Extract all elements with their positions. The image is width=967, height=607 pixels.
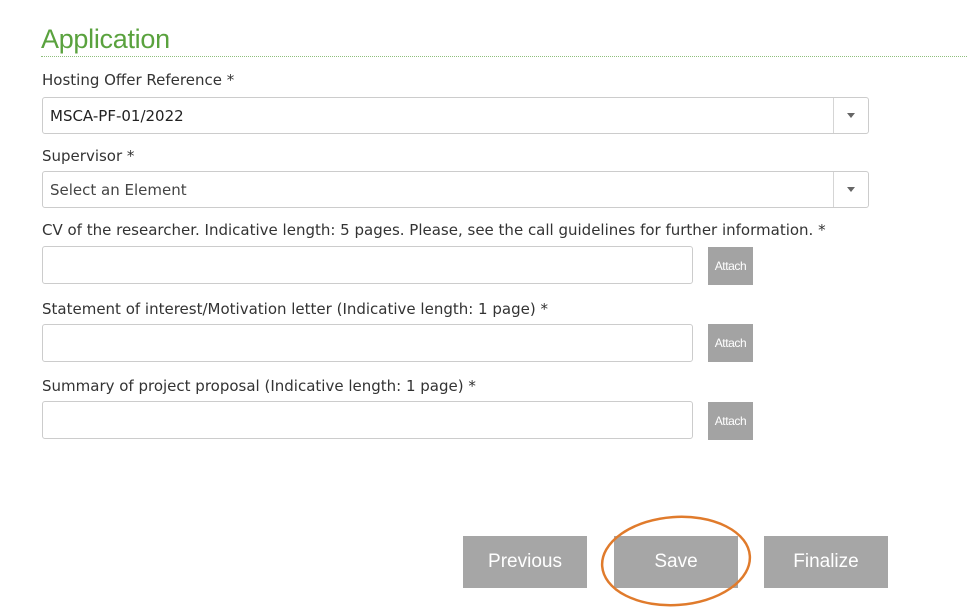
summary-attach-button[interactable]: Attach (708, 402, 753, 440)
finalize-button[interactable]: Finalize (764, 536, 888, 588)
statement-attach-button[interactable]: Attach (708, 324, 753, 362)
statement-label: Statement of interest/Motivation letter … (42, 300, 548, 318)
statement-file-field[interactable] (42, 324, 693, 362)
cv-attach-button[interactable]: Attach (708, 247, 753, 285)
caret-down-icon (847, 187, 855, 192)
section-title: Application (41, 24, 170, 54)
supervisor-label: Supervisor * (42, 147, 135, 165)
hosting-offer-dropdown-button[interactable] (833, 98, 868, 133)
summary-label: Summary of project proposal (Indicative … (42, 377, 476, 395)
save-button[interactable]: Save (614, 536, 738, 588)
supervisor-dropdown-button[interactable] (833, 172, 868, 207)
cv-label: CV of the researcher. Indicative length:… (42, 221, 826, 239)
summary-file-field[interactable] (42, 401, 693, 439)
application-form: Application Hosting Offer Reference * MS… (0, 0, 967, 607)
hosting-offer-value: MSCA-PF-01/2022 (50, 107, 184, 125)
previous-button[interactable]: Previous (463, 536, 587, 588)
section-divider (41, 56, 967, 57)
hosting-offer-select[interactable]: MSCA-PF-01/2022 (42, 97, 869, 134)
supervisor-placeholder: Select an Element (50, 181, 187, 199)
cv-file-field[interactable] (42, 246, 693, 284)
supervisor-select[interactable]: Select an Element (42, 171, 869, 208)
hosting-offer-label: Hosting Offer Reference * (42, 71, 235, 89)
caret-down-icon (847, 113, 855, 118)
